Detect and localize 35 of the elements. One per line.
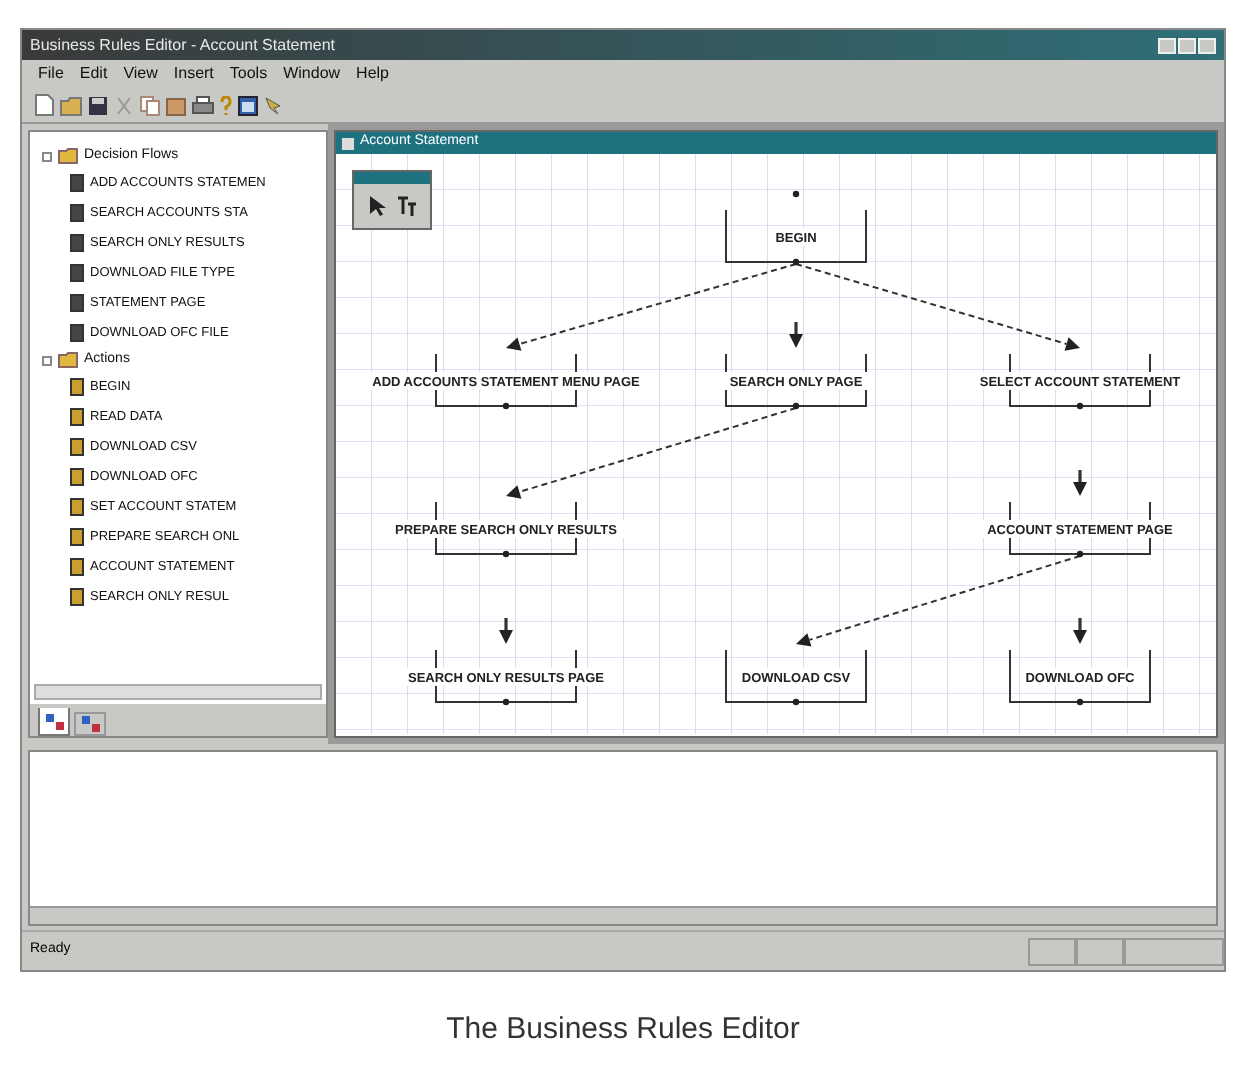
horizontal-scrollbar[interactable] bbox=[30, 906, 1216, 924]
menu-item[interactable]: View bbox=[123, 62, 158, 86]
new-file-icon[interactable] bbox=[34, 94, 54, 116]
node-bracket[interactable] bbox=[725, 649, 867, 706]
menu-item[interactable]: File bbox=[38, 62, 64, 86]
menu-item[interactable]: Insert bbox=[173, 62, 214, 86]
folder-icon bbox=[58, 352, 78, 368]
expander-toggle[interactable] bbox=[42, 151, 52, 161]
close-button[interactable] bbox=[1198, 37, 1216, 53]
node-bracket[interactable] bbox=[725, 353, 867, 410]
folder-icon bbox=[58, 148, 78, 164]
save-icon[interactable] bbox=[88, 95, 108, 115]
figure-caption: The Business Rules Editor bbox=[446, 1010, 800, 1050]
status-pane bbox=[1028, 937, 1076, 965]
menu-item[interactable]: Edit bbox=[79, 62, 108, 86]
minimize-button[interactable] bbox=[1158, 37, 1176, 53]
copy-icon[interactable] bbox=[140, 95, 160, 115]
menu-item[interactable]: Help bbox=[356, 62, 389, 86]
maximize-button[interactable] bbox=[1178, 37, 1196, 53]
print-icon[interactable] bbox=[192, 95, 214, 115]
window-title: Business Rules Editor - Account Statement bbox=[30, 33, 336, 57]
paste-icon[interactable] bbox=[166, 95, 186, 115]
node-bracket[interactable] bbox=[725, 190, 867, 266]
panel-tab[interactable] bbox=[38, 708, 70, 736]
menu-item[interactable]: Tools bbox=[229, 62, 268, 86]
expander-toggle[interactable] bbox=[42, 355, 52, 365]
horizontal-scrollbar[interactable] bbox=[34, 684, 322, 700]
panel-tab[interactable] bbox=[74, 712, 106, 736]
grid-icon bbox=[81, 716, 99, 732]
pointer-icon[interactable] bbox=[367, 194, 387, 218]
menu-item[interactable]: Window bbox=[283, 62, 341, 86]
shapes-icon bbox=[45, 713, 63, 729]
node-bracket[interactable] bbox=[1009, 649, 1151, 706]
window-icon[interactable] bbox=[238, 95, 258, 115]
document-icon bbox=[342, 137, 354, 149]
